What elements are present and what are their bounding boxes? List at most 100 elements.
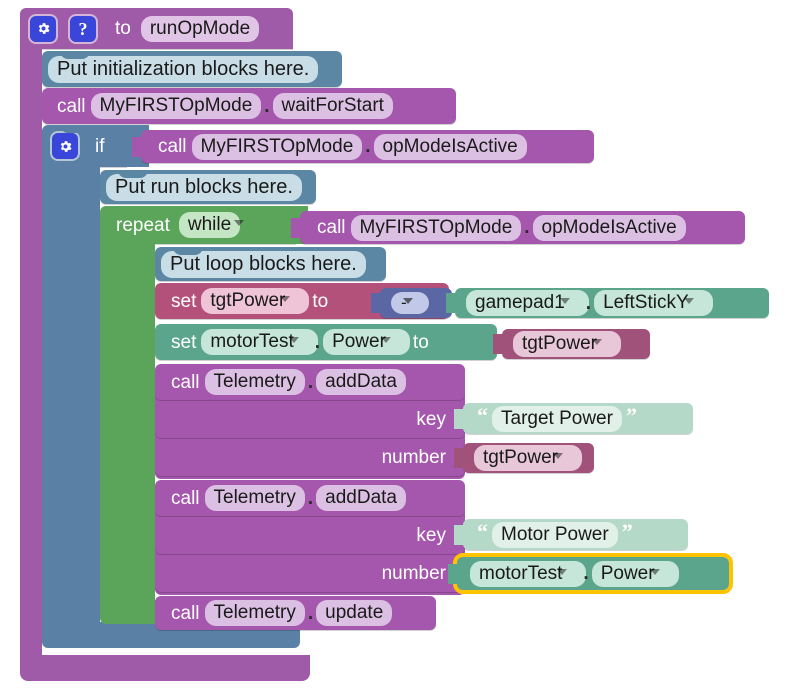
telemetry-method-field[interactable]: addData bbox=[316, 485, 406, 511]
value-plug bbox=[446, 293, 461, 313]
call-object-field[interactable]: MyFIRSTOpMode bbox=[350, 214, 522, 241]
set-label: set bbox=[171, 290, 197, 312]
motor-property-dropdown[interactable]: Power bbox=[323, 329, 410, 355]
gamepad-dropdown[interactable]: gamepad1 bbox=[466, 290, 589, 316]
call-object-field[interactable]: MyFIRSTOpMode bbox=[90, 93, 262, 119]
open-quote-icon: “ bbox=[477, 402, 488, 428]
call-separator: . bbox=[524, 217, 530, 238]
gamepad-separator: . bbox=[585, 292, 592, 314]
procedure-name-field[interactable]: runOpMode bbox=[140, 15, 260, 42]
value-plug bbox=[132, 136, 147, 157]
call-method-field[interactable]: opModeIsActive bbox=[373, 133, 527, 160]
procedure-to-label: to bbox=[115, 18, 131, 39]
variable-dropdown[interactable]: tgtPower bbox=[513, 331, 621, 357]
close-quote-icon: ” bbox=[621, 518, 633, 544]
notch-bump bbox=[118, 206, 148, 214]
number-label: number bbox=[381, 562, 446, 584]
question-mark-glyph: ? bbox=[78, 18, 88, 39]
motor-property-dropdown[interactable]: Power bbox=[591, 560, 679, 587]
call-method-field[interactable]: opModeIsActive bbox=[532, 214, 686, 241]
negate-block[interactable]: - bbox=[371, 288, 452, 318]
telemetry-separator: . bbox=[307, 487, 314, 509]
call-label: call bbox=[171, 602, 200, 624]
value-plug bbox=[371, 293, 386, 313]
chevron-down-icon[interactable] bbox=[280, 296, 291, 302]
notch-bump bbox=[173, 596, 203, 604]
repeat-left-spine bbox=[100, 244, 155, 606]
value-plug bbox=[454, 448, 469, 468]
chevron-down-icon[interactable] bbox=[380, 337, 391, 343]
value-plug bbox=[454, 408, 469, 429]
procedure-definition-block[interactable]: ? to runOpMode bbox=[20, 8, 293, 49]
gear-icon[interactable] bbox=[52, 133, 78, 159]
call-object-field[interactable]: MyFIRSTOpMode bbox=[191, 133, 363, 160]
telemetry-method-field[interactable]: update bbox=[316, 600, 393, 626]
chevron-down-icon[interactable] bbox=[591, 339, 602, 345]
telemetry-number-variable-block[interactable]: tgtPower bbox=[454, 443, 594, 473]
notch-bump bbox=[60, 88, 90, 96]
notch-bump bbox=[60, 125, 90, 133]
chevron-down-icon[interactable] bbox=[288, 337, 299, 343]
gamepad-left-stick-y-block[interactable]: gamepad1 . LeftStickY bbox=[446, 288, 769, 318]
gear-icon[interactable] bbox=[30, 15, 56, 42]
call-separator: . bbox=[365, 136, 371, 157]
motor-power-text-field[interactable]: Motor Power bbox=[492, 521, 618, 548]
set-to-label: to bbox=[312, 290, 329, 312]
notch-bump bbox=[60, 51, 90, 59]
telemetry-separator: . bbox=[307, 602, 314, 624]
telemetry-key-row: key bbox=[155, 516, 465, 554]
procedure-bottom-bar bbox=[20, 655, 310, 681]
chevron-down-icon[interactable] bbox=[552, 453, 563, 459]
key-label: key bbox=[416, 408, 446, 430]
notch-bump bbox=[173, 247, 203, 255]
repeat-mode-dropdown[interactable]: while bbox=[178, 212, 241, 238]
value-plug bbox=[493, 334, 508, 354]
repeat-condition-call-block[interactable]: call MyFIRSTOpMode . opModeIsActive bbox=[291, 211, 745, 244]
telemetry-number-row: number bbox=[155, 438, 465, 476]
set-label: set bbox=[171, 331, 197, 353]
set-motor-power-block[interactable]: set motorTest . Power to bbox=[155, 324, 497, 360]
notch-bump bbox=[173, 480, 203, 488]
telemetry-object-field[interactable]: Telemetry bbox=[204, 600, 305, 626]
notch-bump bbox=[173, 364, 203, 372]
target-power-string-block[interactable]: “ Target Power ” bbox=[454, 402, 693, 434]
motor-device-dropdown[interactable]: motorTest bbox=[201, 329, 318, 355]
variable-dropdown[interactable]: tgtPower bbox=[474, 445, 582, 471]
call-wait-for-start-block[interactable]: call MyFIRSTOpMode . waitForStart bbox=[42, 88, 456, 124]
chevron-down-icon[interactable] bbox=[557, 568, 568, 575]
chevron-down-icon[interactable] bbox=[649, 568, 660, 575]
call-method-field[interactable]: waitForStart bbox=[272, 93, 393, 119]
init-comment-text[interactable]: Put initialization blocks here. bbox=[48, 55, 319, 83]
target-power-text-field[interactable]: Target Power bbox=[492, 405, 622, 432]
telemetry-object-field[interactable]: Telemetry bbox=[204, 369, 305, 395]
gamepad-property-dropdown[interactable]: LeftStickY bbox=[594, 290, 713, 316]
chevron-down-icon[interactable] bbox=[559, 298, 570, 304]
motor-power-string-block[interactable]: “ Motor Power ” bbox=[454, 518, 688, 550]
if-condition-call-block[interactable]: call MyFIRSTOpMode . opModeIsActive bbox=[132, 130, 594, 163]
if-label: if bbox=[95, 135, 105, 157]
motor-separator: . bbox=[314, 331, 321, 353]
call-label: call bbox=[171, 371, 200, 393]
chevron-down-icon[interactable] bbox=[234, 220, 245, 226]
close-quote-icon: ” bbox=[625, 402, 637, 428]
question-mark-icon[interactable]: ? bbox=[70, 15, 96, 42]
motor-device-dropdown[interactable]: motorTest bbox=[470, 560, 587, 587]
telemetry-number-row: number bbox=[155, 554, 465, 592]
tgt-power-getter-block[interactable]: tgtPower bbox=[493, 329, 650, 359]
call-separator: . bbox=[264, 95, 270, 117]
chevron-down-icon[interactable] bbox=[402, 298, 413, 304]
if-left-spine bbox=[42, 167, 100, 630]
value-plug bbox=[291, 217, 306, 238]
telemetry-method-field[interactable]: addData bbox=[316, 369, 406, 395]
set-to-label: to bbox=[412, 331, 429, 353]
notch-bump bbox=[173, 324, 203, 332]
repeat-label: repeat bbox=[116, 214, 170, 236]
blockly-workspace[interactable]: ? to runOpMode Put initialization blocks… bbox=[0, 0, 789, 697]
value-plug bbox=[448, 563, 463, 584]
notch-bump bbox=[118, 170, 148, 178]
chevron-down-icon[interactable] bbox=[683, 298, 694, 304]
telemetry-object-field[interactable]: Telemetry bbox=[204, 485, 305, 511]
set-variable-dropdown[interactable]: tgtPower bbox=[201, 288, 310, 314]
motor-power-getter-block[interactable]: motorTest . Power bbox=[448, 553, 733, 594]
number-label: number bbox=[381, 446, 446, 468]
